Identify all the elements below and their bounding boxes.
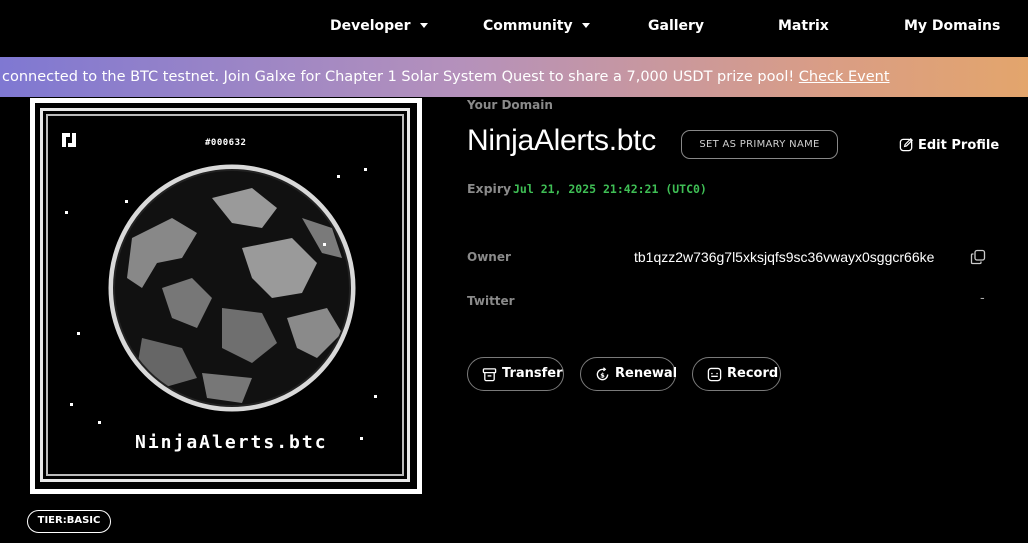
- expiry-value: Jul 21, 2025 21:42:21 (UTC0): [513, 182, 707, 196]
- domain-title: NinjaAlerts.btc: [467, 124, 656, 157]
- star: [323, 243, 326, 246]
- renewal-button[interactable]: $ Renewal: [580, 357, 678, 391]
- record-button[interactable]: Record: [692, 357, 781, 391]
- top-nav: Developer Community Gallery Matrix My Do…: [0, 0, 1028, 57]
- record-label: Record: [727, 366, 779, 381]
- star: [374, 395, 377, 398]
- nav-gallery-label: Gallery: [648, 18, 705, 34]
- nav-developer[interactable]: Developer: [330, 0, 428, 54]
- nav-developer-label: Developer: [330, 18, 411, 34]
- nav-matrix-label: Matrix: [778, 18, 829, 34]
- chevron-down-icon: [419, 22, 428, 28]
- owner-label: Owner: [467, 250, 511, 264]
- logo-icon: [62, 133, 76, 147]
- nav-community[interactable]: Community: [483, 0, 590, 54]
- banner-text: connected to the BTC testnet. Join Galxe…: [2, 69, 799, 85]
- tier-badge: TIER:BASIC: [27, 510, 111, 533]
- star: [125, 200, 128, 203]
- record-icon: [707, 367, 722, 382]
- set-primary-name-button[interactable]: SET AS PRIMARY NAME: [681, 130, 838, 159]
- star: [337, 175, 340, 178]
- card-domain-name: NinjaAlerts.btc: [135, 432, 328, 453]
- star: [65, 211, 68, 214]
- planet-image: [108, 164, 356, 412]
- star: [70, 403, 73, 406]
- transfer-button[interactable]: Transfer: [467, 357, 564, 391]
- star: [364, 168, 367, 171]
- nav-my-domains[interactable]: My Domains: [904, 0, 1000, 54]
- nav-community-label: Community: [483, 18, 573, 34]
- edit-icon: [899, 138, 913, 152]
- star: [77, 332, 80, 335]
- announcement-banner: connected to the BTC testnet. Join Galxe…: [0, 57, 1028, 97]
- transfer-label: Transfer: [502, 366, 563, 381]
- nav-gallery[interactable]: Gallery: [648, 0, 704, 54]
- expiry-label: Expiry: [467, 181, 512, 196]
- star: [98, 421, 101, 424]
- nav-matrix[interactable]: Matrix: [778, 0, 829, 54]
- copy-icon[interactable]: [970, 249, 986, 265]
- chevron-down-icon: [581, 22, 590, 28]
- domain-nft-card: #000632 NinjaAlerts.btc: [30, 98, 422, 494]
- nav-my-domains-label: My Domains: [904, 18, 1001, 34]
- check-event-link[interactable]: Check Event: [799, 69, 890, 85]
- edit-profile-label: Edit Profile: [918, 138, 1000, 153]
- twitter-label: Twitter: [467, 294, 515, 308]
- edit-profile-button[interactable]: Edit Profile: [899, 137, 999, 153]
- transfer-icon: [482, 368, 497, 382]
- card-number: #000632: [205, 138, 247, 148]
- twitter-value: -: [980, 291, 985, 306]
- svg-text:$: $: [600, 371, 605, 379]
- renewal-label: Renewal: [615, 366, 678, 381]
- renewal-icon: $: [596, 367, 609, 381]
- star: [360, 437, 363, 440]
- your-domain-label: Your Domain: [467, 98, 553, 112]
- owner-address: tb1qzz2w736g7l5xksjqfs9sc36vwayx0sggcr66…: [634, 249, 935, 265]
